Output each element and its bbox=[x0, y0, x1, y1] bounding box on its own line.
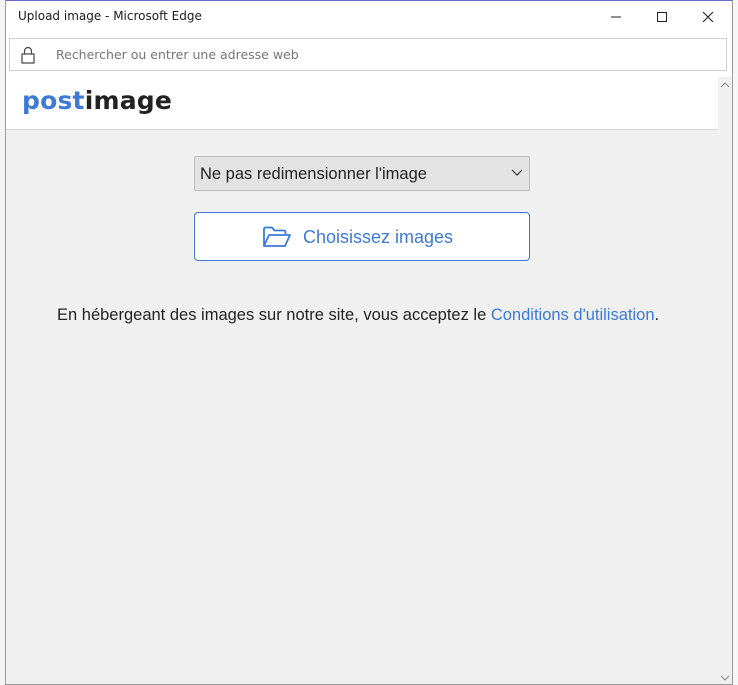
terms-trailing: . bbox=[654, 306, 660, 324]
background-window-right bbox=[733, 0, 738, 685]
folder-open-icon bbox=[263, 226, 291, 247]
terms-notice: En hébergeant des images sur notre site,… bbox=[57, 306, 659, 325]
resize-select[interactable]: Ne pas redimensionner l'image bbox=[194, 156, 530, 191]
choose-images-button[interactable]: Choisissez images bbox=[194, 212, 530, 261]
postimage-logo[interactable]: postimage bbox=[22, 86, 172, 115]
scroll-up-icon bbox=[720, 82, 730, 88]
vertical-scrollbar[interactable] bbox=[718, 77, 732, 684]
scroll-down-icon bbox=[720, 675, 730, 681]
maximize-icon bbox=[657, 11, 667, 22]
logo-image-text: image bbox=[84, 86, 173, 115]
terms-text: En hébergeant des images sur notre site,… bbox=[57, 306, 491, 324]
chevron-down-icon bbox=[511, 169, 523, 176]
minimize-icon bbox=[611, 16, 621, 17]
close-button[interactable] bbox=[685, 1, 731, 32]
choose-images-label: Choisissez images bbox=[303, 227, 454, 247]
minimize-button[interactable] bbox=[593, 1, 639, 32]
address-input[interactable] bbox=[56, 47, 656, 62]
close-icon bbox=[702, 11, 714, 22]
maximize-button[interactable] bbox=[639, 1, 685, 32]
lock-icon bbox=[21, 46, 35, 64]
edge-popup-window: Upload image - Microsoft Edge postimage … bbox=[5, 0, 733, 685]
address-bar[interactable] bbox=[9, 38, 727, 71]
terms-link[interactable]: Conditions d'utilisation bbox=[491, 306, 655, 324]
resize-selected-value: Ne pas redimensionner l'image bbox=[200, 165, 427, 183]
page-content: postimage Ne pas redimensionner l'image … bbox=[6, 77, 718, 684]
title-bar: Upload image - Microsoft Edge bbox=[6, 1, 732, 32]
site-header: postimage bbox=[6, 77, 718, 130]
logo-post-text: post bbox=[22, 86, 85, 115]
window-title: Upload image - Microsoft Edge bbox=[18, 9, 202, 23]
